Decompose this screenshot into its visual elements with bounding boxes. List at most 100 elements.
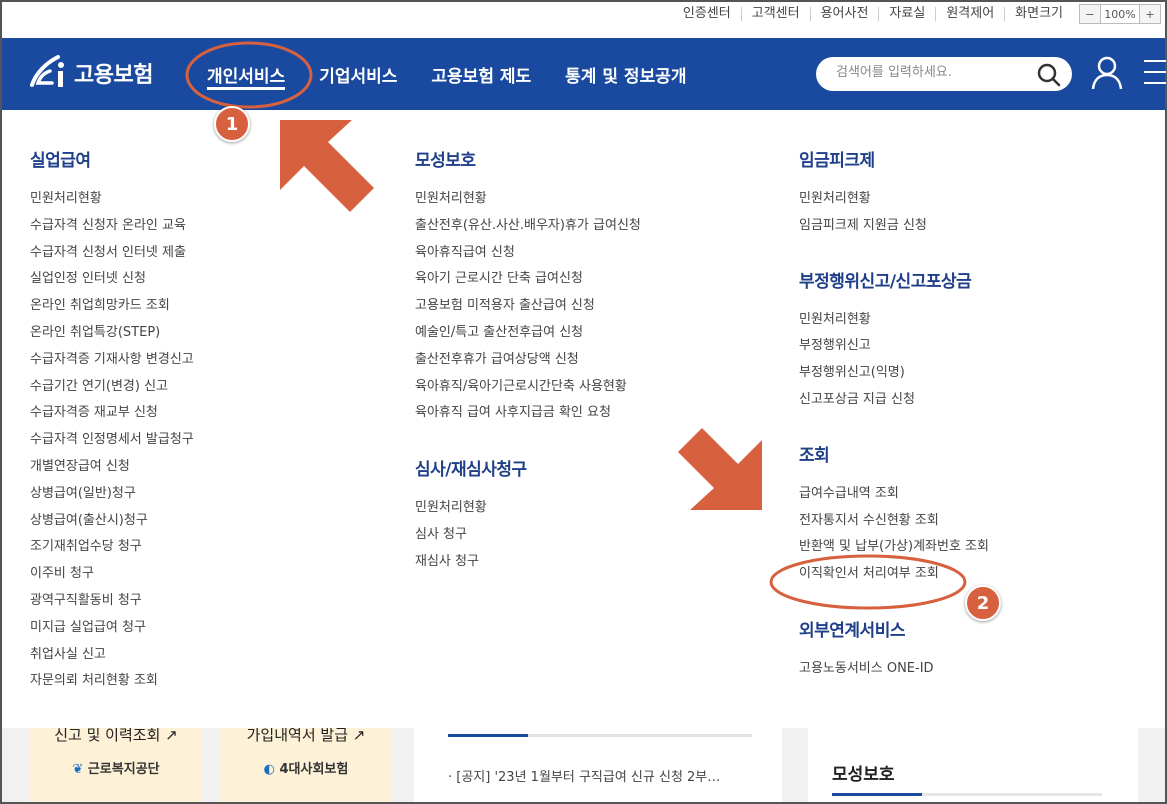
step-badge-2: 2 <box>965 585 1001 621</box>
menu-link[interactable]: 민원처리현황 <box>799 186 989 213</box>
menu-link[interactable]: 육아기 근로시간 단축 급여신청 <box>415 266 641 293</box>
main-menu: 개인서비스 기업서비스 고용보험 제도 통계 및 정보공개 <box>207 38 721 110</box>
panel-tab-bar <box>832 793 1102 796</box>
menu-link[interactable]: 신고포상금 지급 신청 <box>799 387 989 414</box>
utility-links: 인증센터 고객센터 용어사전 자료실 원격제어 화면크기 <box>673 2 1073 26</box>
menu-link[interactable]: 육아휴직 급여 사후지급금 확인 요청 <box>415 400 641 427</box>
menu-link[interactable]: 민원처리현황 <box>799 307 989 334</box>
external-link-icon: ↗ <box>165 728 178 744</box>
menu-link[interactable]: 온라인 취업특강(STEP) <box>30 320 194 347</box>
welfare-logo-icon: ❦ <box>72 762 84 777</box>
notice-tab-bar <box>448 734 752 737</box>
menu-link[interactable]: 심사 청구 <box>415 522 641 549</box>
menu-link[interactable]: 실업인정 인터넷 신청 <box>30 266 194 293</box>
menu-link[interactable]: 상병급여(일반)청구 <box>30 481 194 508</box>
menu-link[interactable]: 개별연장급여 신청 <box>30 454 194 481</box>
maternity-panel: 모성보호 <box>808 728 1138 802</box>
menu-link[interactable]: 예술인/특고 출산전후급여 신청 <box>415 320 641 347</box>
menu-link[interactable]: 전자통지서 수신현황 조회 <box>799 508 989 535</box>
notice-item[interactable]: · [공지] '23년 1월부터 구직급여 신규 신청 2부… <box>448 766 720 785</box>
card-brand: ◐ 4대사회보험 <box>263 762 349 777</box>
notice-panel: · [공지] '23년 1월부터 구직급여 신규 신청 2부… <box>414 728 782 802</box>
menu-link[interactable]: 이주비 청구 <box>30 561 194 588</box>
hamburger-menu-icon[interactable] <box>1144 60 1166 93</box>
menu-column-wage-peak: 임금피크제 민원처리현황 임금피크제 지원금 신청 부정행위신고/신고포상금 민… <box>799 146 989 683</box>
util-link-customer-center[interactable]: 고객센터 <box>740 7 810 21</box>
menu-personal-services[interactable]: 개인서비스 <box>207 38 286 110</box>
menu-link[interactable]: 수급자격증 기재사항 변경신고 <box>30 347 194 374</box>
zoom-out-button[interactable]: − <box>1080 5 1100 23</box>
category-title[interactable]: 임금피크제 <box>799 146 989 171</box>
menu-link[interactable]: 재심사 청구 <box>415 549 641 576</box>
menu-link[interactable]: 자문의뢰 처리현황 조회 <box>30 668 194 695</box>
menu-group: 부정행위신고/신고포상금 민원처리현황 부정행위신고 부정행위신고(익명) 신고… <box>799 267 989 414</box>
util-link-glossary[interactable]: 용어사전 <box>809 7 879 21</box>
menu-link[interactable]: 고용보험 미적용자 출산급여 신청 <box>415 293 641 320</box>
external-link-icon: ↗ <box>352 728 366 744</box>
menu-link[interactable]: 민원처리현황 <box>415 186 641 213</box>
menu-statistics[interactable]: 통계 및 정보공개 <box>565 38 686 110</box>
util-link-certification[interactable]: 인증센터 <box>673 7 741 21</box>
util-link-remote-control[interactable]: 원격제어 <box>935 7 1004 21</box>
zoom-in-button[interactable]: + <box>1140 5 1160 23</box>
menu-link[interactable]: 수급자격증 재교부 신청 <box>30 400 194 427</box>
menu-column-maternity: 모성보호 민원처리현황 출산전후(유산.사산.배우자)휴가 급여신청 육아휴직급… <box>415 146 641 576</box>
menu-link[interactable]: 육아휴직급여 신청 <box>415 240 641 267</box>
logo-text: 고용보험 <box>74 63 153 88</box>
menu-column-unemployment: 실업급여 민원처리현황 수급자격 신청자 온라인 교육 수급자격 신청서 인터넷… <box>30 146 194 695</box>
card-title: 가입내역서 발급 ↗ <box>246 728 366 744</box>
category-title[interactable]: 실업급여 <box>30 146 194 171</box>
card-title: 신고 및 이력조회 ↗ <box>54 728 178 744</box>
menu-link[interactable]: 취업사실 신고 <box>30 642 194 669</box>
search-input[interactable] <box>836 65 1026 80</box>
menu-link[interactable]: 출산전후(유산.사산.배우자)휴가 급여신청 <box>415 213 641 240</box>
quick-card-social-insurance[interactable]: 가입내역서 발급 ↗ ◐ 4대사회보험 <box>220 728 392 802</box>
category-title[interactable]: 심사/재심사청구 <box>415 455 641 480</box>
menu-link[interactable]: 상병급여(출산시)청구 <box>30 508 194 535</box>
menu-link[interactable]: 미지급 실업급여 청구 <box>30 615 194 642</box>
menu-link[interactable]: 광역구직활동비 청구 <box>30 588 194 615</box>
category-title[interactable]: 부정행위신고/신고포상금 <box>799 267 989 292</box>
logo-icon <box>30 55 64 87</box>
menu-link-separation-confirmation[interactable]: 이직확인서 처리여부 조회 <box>799 561 989 588</box>
card-brand: ❦ 근로복지공단 <box>72 762 160 777</box>
user-icon[interactable] <box>1090 55 1124 91</box>
search-box <box>816 57 1072 91</box>
category-title[interactable]: 외부연계서비스 <box>799 616 989 641</box>
menu-group: 실업급여 민원처리현황 수급자격 신청자 온라인 교육 수급자격 신청서 인터넷… <box>30 146 194 695</box>
quick-card-welfare[interactable]: 신고 및 이력조회 ↗ ❦ 근로복지공단 <box>30 728 202 802</box>
menu-link[interactable]: 부정행위신고(익명) <box>799 360 989 387</box>
menu-link[interactable]: 수급자격 신청서 인터넷 제출 <box>30 240 194 267</box>
menu-link[interactable]: 반환액 및 납부(가상)계좌번호 조회 <box>799 534 989 561</box>
menu-link[interactable]: 부정행위신고 <box>799 333 989 360</box>
menu-insurance-system[interactable]: 고용보험 제도 <box>431 38 531 110</box>
menu-link[interactable]: 수급기간 연기(변경) 신고 <box>30 374 194 401</box>
menu-link[interactable]: 조기재취업수당 청구 <box>30 534 194 561</box>
util-link-resources[interactable]: 자료실 <box>878 7 935 21</box>
zoom-level: 100% <box>1100 5 1140 23</box>
menu-link[interactable]: 임금피크제 지원금 신청 <box>799 213 989 240</box>
mega-menu: 실업급여 민원처리현황 수급자격 신청자 온라인 교육 수급자격 신청서 인터넷… <box>2 110 1165 728</box>
menu-link[interactable]: 온라인 취업희망카드 조회 <box>30 293 194 320</box>
search-icon[interactable] <box>1036 62 1062 88</box>
category-title[interactable]: 조회 <box>799 441 989 466</box>
menu-link[interactable]: 수급자격 인정명세서 발급청구 <box>30 427 194 454</box>
social-insurance-logo-icon: ◐ <box>263 762 275 777</box>
zoom-control: − 100% + <box>1079 4 1161 24</box>
menu-group: 조회 급여수급내역 조회 전자통지서 수신현황 조회 반환액 및 납부(가상)계… <box>799 441 989 588</box>
menu-business-services[interactable]: 기업서비스 <box>319 38 397 110</box>
menu-link[interactable]: 출산전후휴가 급여상당액 신청 <box>415 347 641 374</box>
utility-bar: 인증센터 고객센터 용어사전 자료실 원격제어 화면크기 − 100% + <box>2 2 1165 38</box>
site-logo[interactable]: 고용보험 <box>28 53 153 93</box>
menu-group: 외부연계서비스 고용노동서비스 ONE-ID <box>799 616 989 683</box>
category-title[interactable]: 모성보호 <box>415 146 641 171</box>
menu-link[interactable]: 민원처리현황 <box>30 186 194 213</box>
menu-link[interactable]: 고용노동서비스 ONE-ID <box>799 656 989 683</box>
menu-link[interactable]: 급여수급내역 조회 <box>799 481 989 508</box>
step-badge-1: 1 <box>214 106 250 142</box>
menu-link[interactable]: 수급자격 신청자 온라인 교육 <box>30 213 194 240</box>
main-nav: 고용보험 개인서비스 기업서비스 고용보험 제도 통계 및 정보공개 <box>2 38 1166 110</box>
menu-link[interactable]: 민원처리현황 <box>415 495 641 522</box>
menu-group: 심사/재심사청구 민원처리현황 심사 청구 재심사 청구 <box>415 455 641 575</box>
menu-link[interactable]: 육아휴직/육아기근로시간단축 사용현황 <box>415 374 641 401</box>
